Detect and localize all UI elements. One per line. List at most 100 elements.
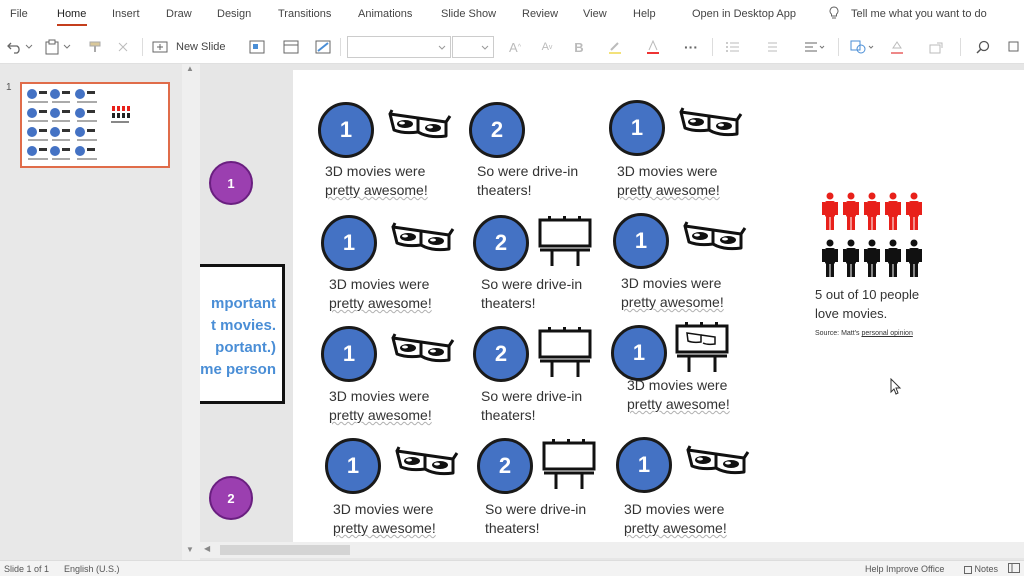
decrease-font-icon[interactable]: Av [536,36,558,58]
animation-marker-1[interactable]: 1 [209,161,253,205]
horizontal-scrollbar[interactable]: ◀ [200,542,1024,558]
shape-fill-icon[interactable] [886,36,908,58]
highlight-icon[interactable] [604,36,626,58]
bold-icon[interactable]: B [568,36,590,58]
caption-3d-movies[interactable]: 3D movies were pretty awesome! [624,500,727,538]
number-badge-1[interactable]: 1 [613,213,669,269]
number-badge-1[interactable]: 1 [325,438,381,494]
scrollbar-thumb[interactable] [220,545,350,555]
number-badge-1[interactable]: 1 [609,100,665,156]
stat-text-line2[interactable]: love movies. [815,306,887,321]
number-badge-2[interactable]: 2 [473,326,529,382]
number-badge-1[interactable]: 1 [611,325,667,381]
toolbar-separator [712,38,713,56]
3d-glasses-icon[interactable] [391,332,455,368]
caption-3d-movies[interactable]: 3D movies were pretty awesome! [617,162,720,200]
number-badge-2[interactable]: 2 [473,215,529,271]
scroll-up-icon[interactable]: ▲ [186,64,194,73]
tab-review[interactable]: Review [522,8,558,20]
tab-slide-show[interactable]: Slide Show [441,8,496,20]
animation-marker-2[interactable]: 2 [209,476,253,520]
normal-view-icon[interactable] [1008,563,1020,575]
caption-3d-movies[interactable]: 3D movies were pretty awesome! [329,275,432,313]
caption-3d-movies[interactable]: 3D movies were pretty awesome! [325,162,428,200]
scroll-down-icon[interactable]: ▼ [186,545,194,554]
open-in-desktop-app-button[interactable]: Open in Desktop App [692,8,796,20]
caption-drive-in[interactable]: So were drive-in theaters! [485,500,586,538]
format-painter-icon[interactable] [86,36,104,58]
caption-3d-movies[interactable]: 3D movies were pretty awesome! [621,274,724,312]
font-size-select[interactable] [452,36,494,58]
section-icon[interactable] [280,36,302,58]
caption-3d-movies[interactable]: 3D movies were pretty awesome! [333,500,436,538]
billboard-icon[interactable] [538,325,592,379]
more-options-icon[interactable]: ··· [680,36,702,58]
font-family-select[interactable] [347,36,451,58]
number-badge-1[interactable]: 1 [616,437,672,493]
tab-view[interactable]: View [583,8,607,20]
number-badge-2[interactable]: 2 [469,102,525,158]
design-ideas-icon[interactable] [312,36,334,58]
notes-button[interactable]: Notes [964,564,998,574]
caption-drive-in[interactable]: So were drive-in theaters! [481,275,582,313]
3d-glasses-icon[interactable] [395,445,459,481]
off-slide-text-box[interactable]: mportant t movies. portant.) ome person [200,264,285,404]
number-badge-1[interactable]: 1 [321,215,377,271]
search-icon[interactable] [972,36,994,58]
3d-glasses-icon[interactable] [391,221,455,257]
shapes-icon[interactable] [846,36,880,58]
billboard-with-glasses-icon[interactable] [675,320,729,374]
language-indicator[interactable]: English (U.S.) [64,564,120,574]
increase-font-icon[interactable]: A ^ [504,36,526,58]
ribbon-tabs: File Home Insert Draw Design Transitions… [0,0,1024,30]
billboard-icon[interactable] [542,437,596,491]
tab-file[interactable]: File [10,8,28,20]
source-caption[interactable]: Source: Matt's personal opinion [815,330,913,337]
people-infographic-icon[interactable] [817,192,927,282]
paste-icon[interactable] [42,36,62,58]
stat-text-line1[interactable]: 5 out of 10 people [815,287,919,302]
numbering-icon[interactable] [760,36,782,58]
scroll-left-icon[interactable]: ◀ [204,544,210,553]
slide-count: Slide 1 of 1 [4,564,50,574]
number-badge-2[interactable]: 2 [477,438,533,494]
caption-drive-in[interactable]: So were drive-in theaters! [477,162,578,200]
undo-icon[interactable] [4,36,26,58]
billboard-icon[interactable] [538,214,592,268]
slide-thumbnail[interactable] [20,82,170,168]
help-improve-office-link[interactable]: Help Improve Office [865,564,944,574]
tell-me-search[interactable]: Tell me what you want to do [851,8,987,20]
number-badge-1[interactable]: 1 [321,326,377,382]
caption-3d-movies[interactable]: 3D movies were pretty awesome! [627,376,730,414]
chevron-down-icon[interactable] [62,36,72,58]
cut-icon[interactable] [114,36,132,58]
layout-icon[interactable] [246,36,268,58]
dictate-icon[interactable] [1004,36,1022,58]
off-slide-text-line: mportant [211,295,276,312]
slide-1[interactable]: 1 3D movies were pretty awesome! 2 So wer… [293,70,1024,542]
caption-3d-movies[interactable]: 3D movies were pretty awesome! [329,387,432,425]
number-badge-1[interactable]: 1 [318,102,374,158]
tab-help[interactable]: Help [633,8,656,20]
tab-animations[interactable]: Animations [358,8,412,20]
3d-glasses-icon[interactable] [679,106,743,142]
3d-glasses-icon[interactable] [686,444,750,480]
3d-glasses-icon[interactable] [683,220,747,256]
lightbulb-icon [828,6,840,23]
bullets-icon[interactable] [722,36,744,58]
arrange-icon[interactable] [926,36,948,58]
font-color-icon[interactable] [642,36,664,58]
off-slide-text-line: ome person [200,361,276,378]
powerpoint-online-window: File Home Insert Draw Design Transitions… [0,0,1024,576]
tab-transitions[interactable]: Transitions [278,8,331,20]
3d-glasses-icon[interactable] [388,108,452,144]
tab-draw[interactable]: Draw [166,8,192,20]
new-slide-button[interactable]: New Slide [152,36,232,58]
caption-drive-in[interactable]: So were drive-in theaters! [481,387,582,425]
tab-insert[interactable]: Insert [112,8,140,20]
chevron-down-icon[interactable] [24,36,34,58]
align-icon[interactable] [800,36,830,58]
tab-design[interactable]: Design [217,8,251,20]
tab-home[interactable]: Home [57,8,86,20]
thumbnail-scrollbar[interactable] [182,64,200,560]
